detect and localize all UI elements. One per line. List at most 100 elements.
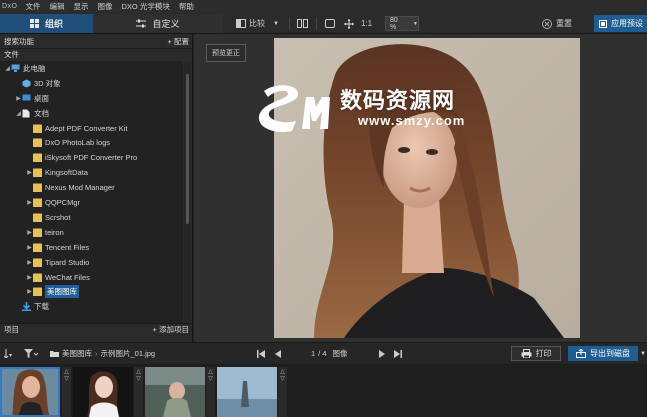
apply-preset-button[interactable]: 应用预设: [594, 15, 647, 32]
tab-organize[interactable]: 组织: [0, 14, 93, 33]
folder-tree-item[interactable]: iSkysoft PDF Converter Pro: [0, 150, 183, 165]
menu-image[interactable]: 图像: [98, 1, 113, 12]
breadcrumb-separator: ›: [95, 349, 98, 358]
folder-tree-label: 3D 对象: [34, 78, 61, 88]
folder-tree-item[interactable]: ◢ 文档: [0, 106, 183, 121]
folder-tree-item[interactable]: Adept PDF Converter Kit: [0, 121, 183, 136]
folder-tree-item[interactable]: ▶ KingsoftData: [0, 165, 183, 180]
folder-tree-item[interactable]: ▶ 桌面: [0, 91, 183, 106]
folder-tree-item[interactable]: Nexus Mod Manager: [0, 180, 183, 195]
menu-file[interactable]: 文件: [26, 1, 41, 12]
filter-button[interactable]: [24, 346, 38, 361]
thumbnail-flags[interactable]: △ ▽: [206, 367, 215, 417]
reset-icon: [542, 18, 552, 29]
folder-icon: [33, 243, 42, 252]
first-image-button[interactable]: [257, 346, 265, 361]
reset-label: 重置: [556, 19, 572, 28]
projects-header: 项目 + 添加项目: [0, 323, 193, 335]
app-logo: DxO: [2, 3, 18, 10]
expand-arrow-icon[interactable]: ▶: [26, 274, 33, 281]
sliders-icon: [136, 19, 147, 28]
folder-tree-item[interactable]: ▶ QQPCMgr: [0, 195, 183, 210]
folder-tree-label: QQPCMgr: [45, 198, 81, 208]
previous-image-button[interactable]: [275, 346, 281, 361]
folder-tree-label: 下载: [34, 302, 49, 312]
expand-arrow-icon[interactable]: ▶: [26, 288, 33, 295]
next-image-button[interactable]: [379, 346, 385, 361]
expand-arrow-icon[interactable]: ▶: [15, 95, 22, 102]
folder-tree-item[interactable]: 3D 对象: [0, 76, 183, 91]
folder-tree-item[interactable]: ▶ Tencent Files: [0, 240, 183, 255]
search-functions-header: 搜索功能 + 配置: [0, 36, 193, 47]
download-icon: [22, 302, 31, 312]
filmstrip-thumbnail[interactable]: [0, 367, 60, 417]
breadcrumb-file: 示例图片_01.jpg: [100, 349, 156, 358]
tab-organize-label: 组织: [44, 19, 63, 29]
filter-icon: [24, 349, 38, 358]
print-button[interactable]: 打印: [511, 346, 561, 361]
thumbnail-flags[interactable]: △ ▽: [278, 367, 287, 417]
expand-arrow-icon[interactable]: ▶: [26, 169, 33, 176]
tab-customize[interactable]: 自定义: [93, 14, 223, 33]
folder-tree-item[interactable]: Scrshot: [0, 210, 183, 225]
menu-optics-module[interactable]: DXO 光学模块: [122, 1, 170, 12]
search-functions-label: 搜索功能: [4, 37, 34, 46]
reset-button[interactable]: 重置: [542, 16, 572, 31]
expand-arrow-icon[interactable]: ▶: [26, 199, 33, 206]
export-options-button[interactable]: ▼: [640, 346, 646, 361]
watermark-title: 数码资源网: [340, 88, 456, 113]
folder-tree-label: KingsoftData: [45, 168, 88, 178]
folder-tree-item[interactable]: 下载: [0, 299, 183, 314]
page-total: / 4: [318, 349, 327, 358]
breadcrumb-folder[interactable]: 美图图库: [62, 348, 92, 359]
folder-tree-label: WeChat Files: [45, 272, 90, 282]
watermark-logo-icon: [258, 85, 330, 133]
previous-icon: [275, 349, 281, 358]
folder-icon: [33, 124, 42, 133]
folder-tree-item[interactable]: DxO PhotoLab logs: [0, 136, 183, 151]
folder-icon: [33, 287, 42, 297]
folder-tree-label: 此电脑: [23, 63, 46, 73]
filmstrip-thumbnail[interactable]: [145, 367, 205, 417]
collapse-arrow-icon[interactable]: ◢: [15, 110, 22, 117]
add-project-button[interactable]: + 添加项目: [153, 324, 189, 335]
menu-edit[interactable]: 编辑: [50, 1, 65, 12]
breadcrumb: 美图图库 › 示例图片_01.jpg: [50, 346, 155, 361]
thumbnail-flags[interactable]: △ ▽: [134, 367, 143, 417]
ratio-1to1-button[interactable]: 1:1: [361, 16, 372, 31]
folder-tree-item[interactable]: ▶ teiron: [0, 225, 183, 240]
filmstrip-thumbnail[interactable]: [73, 367, 133, 417]
folder-tree-label: DxO PhotoLab logs: [45, 138, 111, 148]
crop-view-button[interactable]: [325, 16, 335, 31]
compare-dropdown-icon[interactable]: ▼: [273, 21, 279, 27]
thumbnail-flags[interactable]: △ ▽: [62, 367, 71, 417]
folder-tree-item[interactable]: ◢ 此电脑: [0, 61, 183, 76]
menu-help[interactable]: 帮助: [179, 1, 194, 12]
expand-arrow-icon[interactable]: ▶: [26, 244, 33, 251]
menu-view[interactable]: 显示: [74, 1, 89, 12]
export-to-disk-button[interactable]: 导出到磁盘: [568, 346, 638, 361]
folder-tree-item[interactable]: ▶ WeChat Files: [0, 270, 183, 285]
config-button[interactable]: + 配置: [168, 36, 189, 47]
sort-button[interactable]: ▾: [4, 346, 14, 361]
filmstrip-thumbnail[interactable]: [217, 367, 277, 417]
zoom-value: 80 %: [390, 16, 398, 31]
files-header: 文件: [0, 48, 193, 59]
folder-icon: [33, 228, 42, 237]
tree-scroll-thumb[interactable]: [186, 74, 189, 224]
folder-tree-item[interactable]: ▶ Tipard Studio: [0, 255, 183, 270]
filmstrip: △ ▽ △ ▽ △ ▽ △ ▽: [0, 364, 647, 417]
export-to-disk-label: 导出到磁盘: [590, 349, 630, 358]
preview-correction-badge[interactable]: 预览更正: [206, 44, 246, 62]
pan-button[interactable]: [344, 16, 354, 31]
preset-icon: [599, 19, 607, 28]
compare-button[interactable]: 比较 ▼: [236, 16, 279, 31]
folder-tree-label: teiron: [45, 227, 64, 237]
side-by-side-button[interactable]: [297, 16, 308, 31]
last-image-button[interactable]: [394, 346, 402, 361]
expand-arrow-icon[interactable]: ▶: [26, 229, 33, 236]
expand-arrow-icon[interactable]: ▶: [26, 259, 33, 266]
zoom-field[interactable]: 80 % ▼: [385, 16, 419, 31]
collapse-arrow-icon[interactable]: ◢: [4, 65, 11, 72]
folder-tree-item[interactable]: ▶ 美图图库: [0, 285, 183, 300]
